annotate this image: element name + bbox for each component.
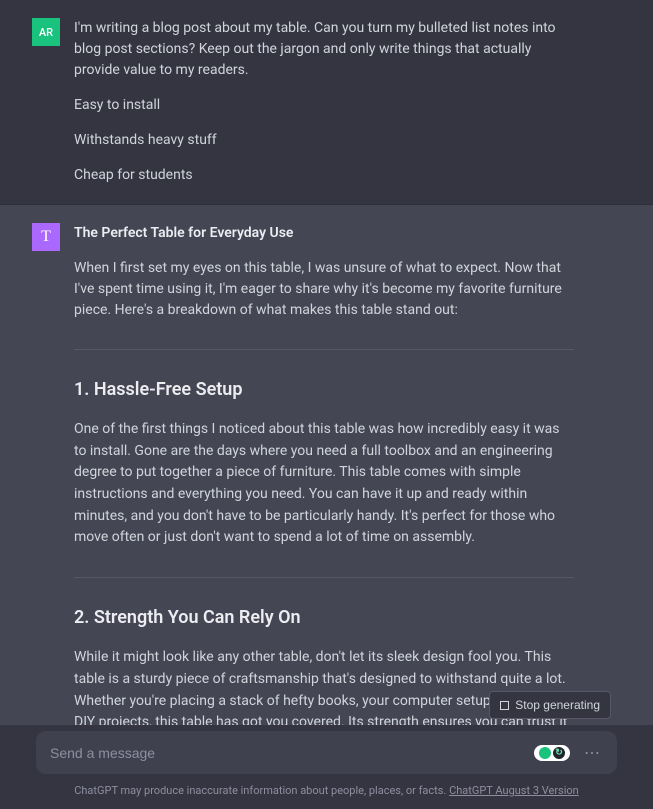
user-text-line: Cheap for students xyxy=(74,165,574,186)
message-input[interactable] xyxy=(50,745,526,761)
assistant-message-content: The Perfect Table for Everyday Use When … xyxy=(74,223,574,730)
user-text-line: I'm writing a blog post about my table. … xyxy=(74,18,574,81)
assistant-message-row: T The Perfect Table for Everyday Use Whe… xyxy=(0,205,653,730)
message-input-container: ↻ ⋯ xyxy=(36,731,617,774)
assistant-avatar: T xyxy=(32,223,60,251)
badge-dot-icon xyxy=(539,747,551,759)
user-text-line: Easy to install xyxy=(74,95,574,116)
assistant-title: The Perfect Table for Everyday Use xyxy=(74,223,574,244)
user-message-row: AR I'm writing a blog post about my tabl… xyxy=(0,0,653,205)
user-message-content: I'm writing a blog post about my table. … xyxy=(74,18,574,186)
extension-badge[interactable]: ↻ xyxy=(534,745,570,761)
footer-disclaimer: ChatGPT may produce inaccurate informati… xyxy=(0,784,653,809)
composer-area: Stop generating ↻ ⋯ ChatGPT may produce … xyxy=(0,725,653,809)
assistant-intro: When I first set my eyes on this table, … xyxy=(74,258,574,321)
user-avatar-initials: AR xyxy=(39,26,53,39)
footer-text: ChatGPT may produce inaccurate informati… xyxy=(74,784,449,797)
version-link[interactable]: ChatGPT August 3 Version xyxy=(449,784,579,797)
more-options-icon[interactable]: ⋯ xyxy=(582,743,603,762)
assistant-avatar-glyph: T xyxy=(41,228,51,246)
section-heading: 2. Strength You Can Rely On xyxy=(74,604,574,631)
badge-refresh-icon: ↻ xyxy=(553,747,565,759)
stop-generating-button[interactable]: Stop generating xyxy=(489,691,611,719)
user-avatar: AR xyxy=(32,18,60,46)
section-divider xyxy=(74,577,574,578)
section-heading: 1. Hassle-Free Setup xyxy=(74,376,574,403)
stop-label: Stop generating xyxy=(515,698,600,712)
stop-icon xyxy=(500,701,509,710)
section-body: One of the first things I noticed about … xyxy=(74,419,574,549)
user-text-line: Withstands heavy stuff xyxy=(74,130,574,151)
section-divider xyxy=(74,349,574,350)
